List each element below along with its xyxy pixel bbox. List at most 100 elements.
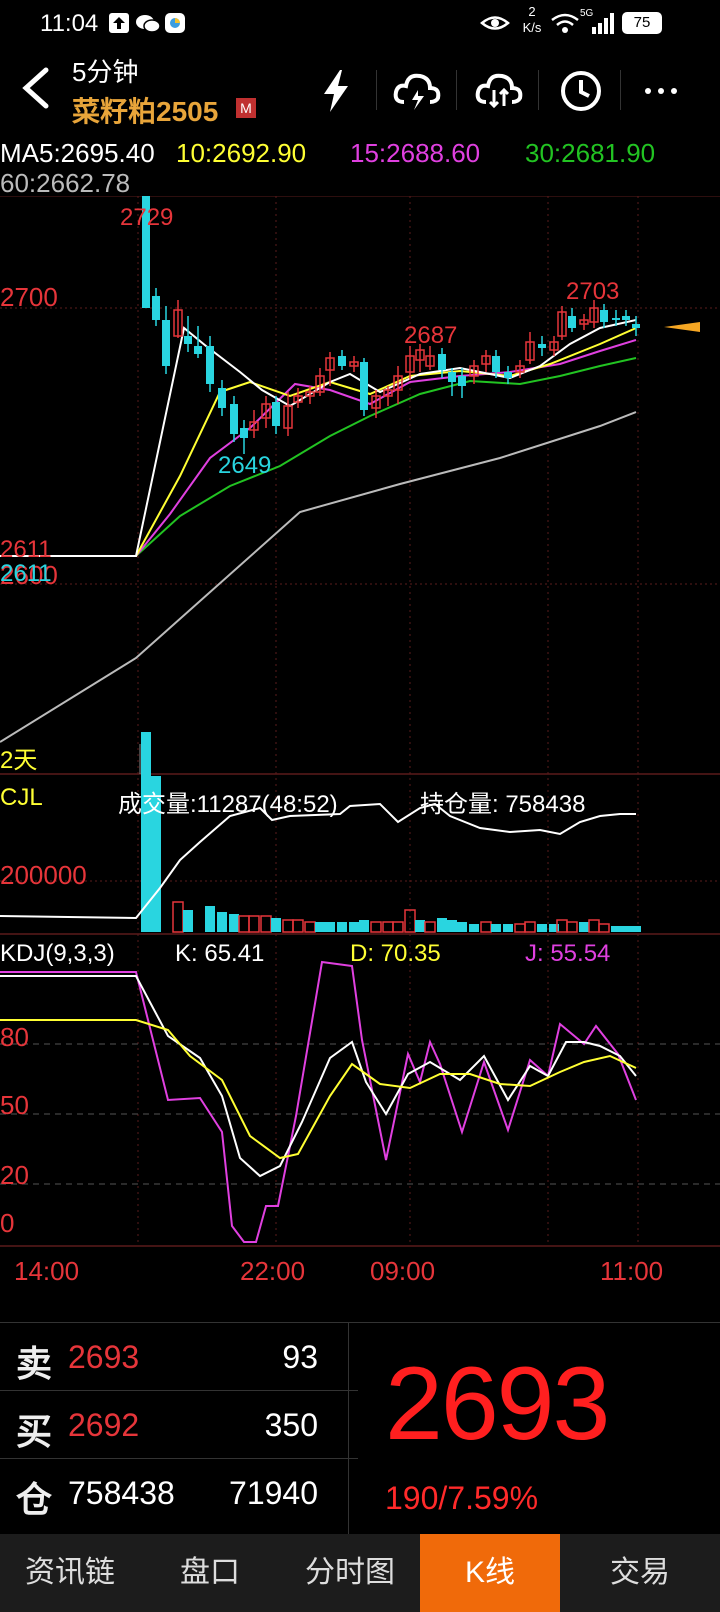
status-time: 11:04 xyxy=(40,10,99,37)
volume-bar xyxy=(621,926,631,932)
candle-body xyxy=(360,362,368,410)
clock-icon[interactable] xyxy=(556,66,606,116)
volume-bar xyxy=(248,915,260,933)
volume-indicator-label[interactable]: CJL xyxy=(0,784,43,812)
header-divider xyxy=(620,70,621,110)
candle-body xyxy=(152,296,160,320)
period-tag: 2天 xyxy=(0,747,38,774)
last-price-marker-icon xyxy=(664,322,700,332)
volume-bar xyxy=(325,922,335,932)
kdj-d-line xyxy=(0,1019,637,1160)
candle-body xyxy=(622,316,630,320)
sell-price: 2693 xyxy=(68,1339,140,1375)
cloud-flash-icon[interactable] xyxy=(392,66,442,116)
volume-bar xyxy=(172,901,184,933)
kdj-level-0: 0 xyxy=(0,1208,15,1238)
candle-body xyxy=(458,376,466,386)
quote-divider xyxy=(348,1323,349,1535)
candle-body xyxy=(538,344,546,348)
kdj-k-value: K: 65.41 xyxy=(175,940,265,967)
time-label: 22:00 xyxy=(240,1256,306,1286)
buy-volume: 350 xyxy=(264,1407,318,1443)
ma15-value: 15:2688.60 xyxy=(350,138,481,168)
nav-tab-order-book[interactable]: 盘口 xyxy=(140,1534,280,1612)
nav-tab-news-chain[interactable]: 资讯链 xyxy=(0,1534,140,1612)
candlesticks[interactable] xyxy=(142,196,640,454)
ma15-line xyxy=(0,339,637,557)
chart-grid xyxy=(0,196,720,1247)
candle-body xyxy=(184,336,192,344)
header-divider xyxy=(376,70,377,110)
more-icon[interactable] xyxy=(636,66,686,116)
volume-bar xyxy=(503,924,513,932)
volume-bar xyxy=(491,924,501,932)
volume-bar xyxy=(304,921,316,933)
time-label: 14:00 xyxy=(14,1256,80,1286)
sell-label: 卖 xyxy=(16,1343,53,1384)
volume-bar xyxy=(588,919,600,933)
volume-bar xyxy=(205,906,215,932)
nav-tab-intraday[interactable]: 分时图 xyxy=(280,1534,420,1612)
volume-bar xyxy=(382,921,394,933)
volume-bar xyxy=(480,921,492,933)
kdj-level-20: 20 xyxy=(0,1160,29,1190)
low-annotation-2649: 2649 xyxy=(218,452,272,479)
sell-row[interactable]: 卖 2693 93 xyxy=(0,1323,358,1391)
kdj-indicator-label[interactable]: KDJ(9,3,3) xyxy=(0,940,115,968)
volume-bar xyxy=(315,922,325,932)
net-speed: 2 K/s xyxy=(520,4,544,36)
ma10-value: 10:2692.90 xyxy=(176,138,307,168)
ma60-line xyxy=(0,411,637,743)
volume-bar xyxy=(349,922,359,932)
kdj-d-value: D: 70.35 xyxy=(350,940,441,967)
volume-axis-label: 200000 xyxy=(0,860,87,890)
candle-body xyxy=(632,324,640,328)
period-label[interactable]: 5分钟 xyxy=(72,52,138,89)
volume-value: 成交量:11287(48:52) xyxy=(118,791,338,818)
volume-bar xyxy=(524,921,536,933)
kdj-k-line xyxy=(0,975,637,1178)
cloud-sync-icon[interactable] xyxy=(474,66,524,116)
position-row[interactable]: 仓 758438 71940 xyxy=(0,1459,358,1527)
back-button[interactable] xyxy=(16,62,56,114)
nav-tab-trade[interactable]: 交易 xyxy=(560,1534,720,1612)
buy-label: 买 xyxy=(16,1411,53,1452)
volume-bars xyxy=(141,732,641,933)
candle-body xyxy=(448,372,456,382)
flash-icon[interactable] xyxy=(312,66,362,116)
position-label: 仓 xyxy=(16,1479,53,1520)
volume-bar xyxy=(457,922,467,932)
high-annotation-2703: 2703 xyxy=(566,278,620,305)
ma10-line xyxy=(0,327,637,557)
volume-bar xyxy=(537,924,547,932)
candle-body xyxy=(600,310,608,322)
volume-bar xyxy=(359,920,369,932)
volume-bar xyxy=(611,926,621,932)
nav-tab-kline[interactable]: K线 xyxy=(420,1534,560,1612)
ma5-line xyxy=(0,319,637,557)
market-badge: M xyxy=(236,98,256,118)
candle-body xyxy=(162,320,170,366)
wifi-icon xyxy=(551,13,579,33)
contract-name[interactable]: 菜籽粕2505 xyxy=(72,90,218,130)
volume-bar xyxy=(437,918,447,932)
app-icon xyxy=(165,13,185,33)
kline-chart[interactable] xyxy=(0,196,720,1252)
volume-bar xyxy=(217,912,227,932)
volume-bar xyxy=(271,918,281,932)
volume-bar xyxy=(282,919,294,933)
kdj-level-80: 80 xyxy=(0,1022,29,1052)
kdj-level-50: 50 xyxy=(0,1090,29,1120)
battery-indicator: 75 xyxy=(622,12,662,34)
volume-bar xyxy=(229,914,239,932)
net-speed-unit: K/s xyxy=(522,20,542,35)
volume-bar xyxy=(260,915,272,933)
volume-bar xyxy=(183,910,193,932)
buy-row[interactable]: 买 2692 350 xyxy=(0,1391,358,1459)
net-speed-value: 2 xyxy=(528,4,536,19)
volume-bar xyxy=(579,922,589,932)
position-total: 758438 xyxy=(68,1475,175,1511)
candle-body xyxy=(194,346,202,354)
volume-bar xyxy=(238,915,250,933)
candle-body xyxy=(240,428,248,438)
